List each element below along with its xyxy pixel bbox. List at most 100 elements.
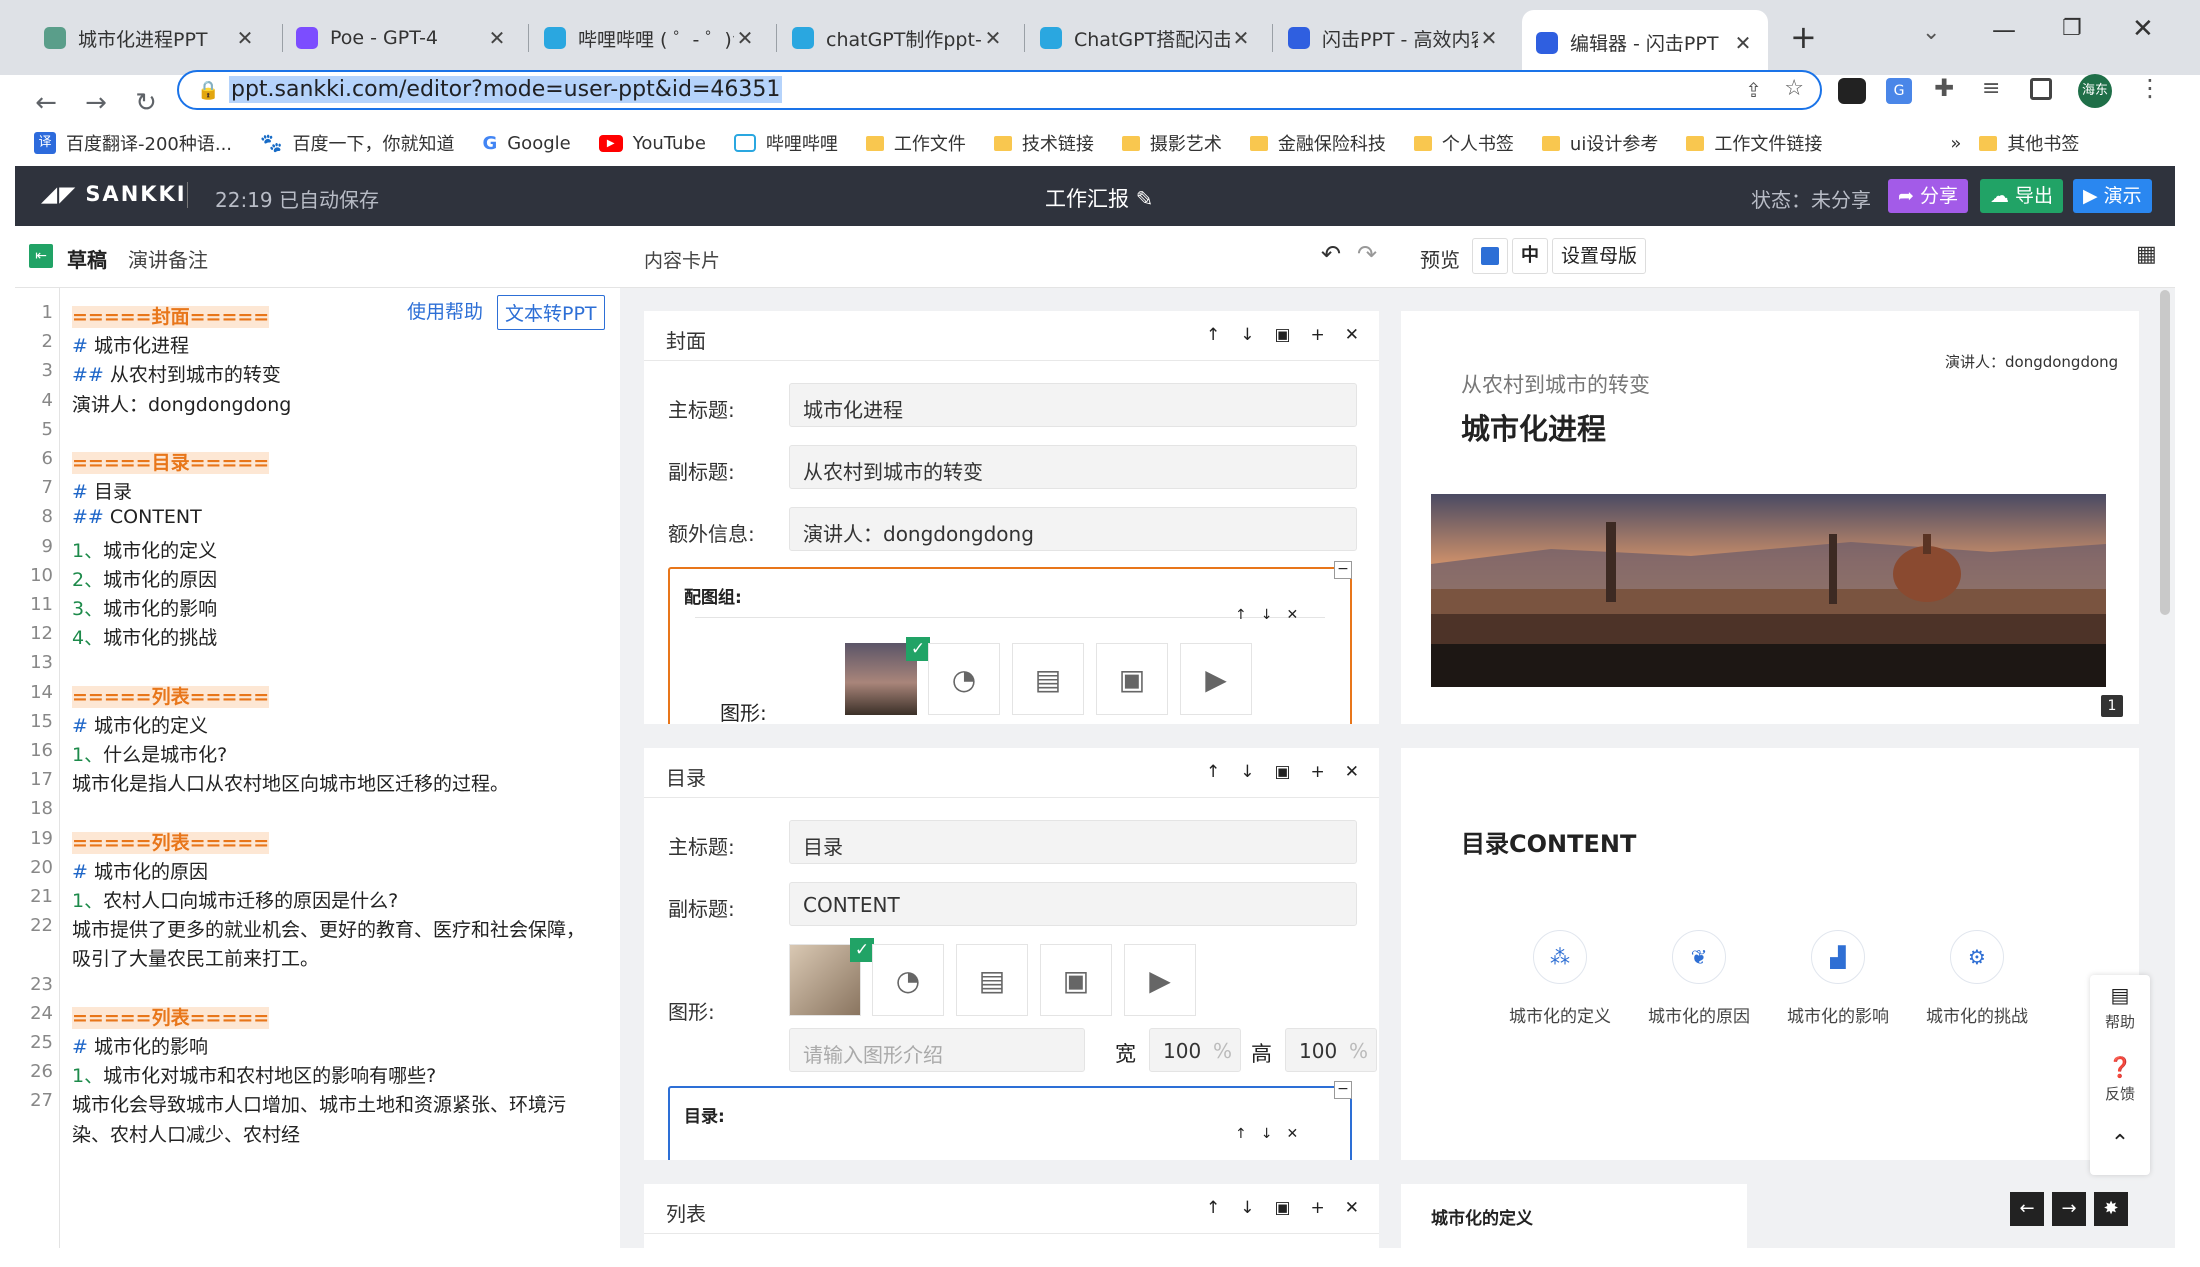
code-line[interactable]: =====目录===== [72,448,270,475]
bookmark-folder[interactable]: 金融保险科技 [1249,130,1386,156]
export-button[interactable]: ☁ 导出 [1980,179,2064,213]
main-title-input[interactable]: 城市化进程 [789,383,1357,427]
delete-icon[interactable]: ✕ [1345,325,1359,345]
code-line[interactable]: # 城市化进程 [72,331,189,358]
table-icon[interactable]: ▤ [956,944,1028,1016]
collapse-group-icon[interactable]: − [1334,561,1352,579]
code-line[interactable]: # 城市化的原因 [72,857,208,884]
tab-speaker-notes[interactable]: 演讲备注 [128,244,208,273]
puzzle-icon[interactable]: ✚ [1934,74,1954,102]
more-menu-icon[interactable]: ⋮ [2138,74,2162,102]
move-up-icon[interactable]: ↑ [1206,325,1220,345]
share-page-icon[interactable]: ⇪ [1745,78,1762,102]
code-line[interactable]: 吸引了大量农民工前来打工。 [72,944,319,971]
shape-description-input[interactable]: 请输入图形介绍 [789,1028,1085,1072]
move-up-icon[interactable]: ↑ [1235,607,1247,623]
close-icon[interactable]: ✕ [982,26,1004,50]
move-down-icon[interactable]: ↓ [1261,607,1273,623]
code-line[interactable]: 城市化是指人口从农村地区向城市地区迁移的过程。 [72,769,509,796]
bookmark-folder[interactable]: 工作文件 [865,130,966,156]
height-input[interactable]: 100% [1285,1028,1377,1072]
code-line[interactable]: # 城市化的定义 [72,711,208,738]
add-icon[interactable]: + [1311,1198,1325,1218]
doc-title[interactable]: 工作汇报 ✎ [1045,183,1153,213]
browser-tab[interactable]: chatGPT制作ppt-哔✕ [778,14,1018,62]
code-line[interactable]: 4、城市化的挑战 [72,623,217,650]
code-line[interactable]: 染、农村人口减少、农村经 [72,1120,300,1147]
bookmark-item[interactable]: 译百度翻译-200种语... [34,130,232,156]
move-down-icon[interactable]: ↓ [1240,325,1254,345]
move-down-icon[interactable]: ↓ [1240,762,1254,782]
preview-slide-cover[interactable]: 从农村到城市的转变 城市化进程 演讲人：dongdongdong 1 [1401,311,2139,724]
code-line[interactable]: # 城市化的影响 [72,1032,208,1059]
profile-avatar[interactable]: 海东 [2078,74,2112,108]
pie-chart-icon[interactable]: ◔ [872,944,944,1016]
language-toggle[interactable]: 中 [1512,238,1548,274]
code-line[interactable]: =====列表===== [72,1003,270,1030]
forward-icon[interactable]: → [78,85,114,121]
browser-tab[interactable]: 城市化进程PPT ✕ [30,14,270,62]
move-up-icon[interactable]: ↑ [1235,1126,1247,1142]
code-line[interactable]: ## CONTENT [72,506,202,528]
code-line[interactable]: 城市化会导致城市人口增加、城市土地和资源紧张、环境污 [72,1090,566,1117]
add-icon[interactable]: + [1311,325,1325,345]
set-master-button[interactable]: 设置母版 [1552,238,1647,274]
subtitle-input[interactable]: 从农村到城市的转变 [789,445,1357,489]
bookmark-folder[interactable]: 技术链接 [993,130,1094,156]
code-line[interactable]: 城市提供了更多的就业机会、更好的教育、医疗和社会保障， [72,915,585,942]
bookmark-folder[interactable]: 摄影艺术 [1121,130,1222,156]
browser-tab[interactable]: Poe - GPT-4 ✕ [282,14,522,62]
side-panel-icon[interactable] [2030,78,2052,100]
code-line[interactable]: # 目录 [72,477,132,504]
browser-tab[interactable]: 哔哩哔哩 ( ゜- ゜)つ ✕ [530,14,770,62]
minimize-icon[interactable]: — [1992,16,2016,44]
arrow-right-icon[interactable]: → [2052,1192,2086,1226]
bookmark-folder[interactable]: 工作文件链接 [1686,130,1822,156]
collapse-group-icon[interactable]: − [1334,1081,1352,1099]
video-icon[interactable]: ▶ [1180,643,1252,715]
move-up-icon[interactable]: ↑ [1206,1198,1220,1218]
delete-icon[interactable]: ✕ [1345,1198,1359,1218]
bookmark-folder[interactable]: 其他书签 [1979,130,2079,156]
bookmark-item[interactable]: 哔哩哔哩 [733,130,838,156]
code-line[interactable]: =====列表===== [72,682,270,709]
bookmark-folder[interactable]: 个人书签 [1413,130,1514,156]
help-label[interactable]: 帮助 [2090,1011,2150,1032]
code-line[interactable]: 1、城市化的定义 [72,536,217,563]
share-button[interactable]: ➦ 分享 [1888,179,1968,213]
new-tab-icon[interactable]: + [1790,18,1817,56]
bookmark-star-icon[interactable]: ☆ [1784,76,1804,101]
code-line[interactable]: 1、农村人口向城市迁移的原因是什么? [72,886,398,913]
move-down-icon[interactable]: ↓ [1240,1198,1254,1218]
browser-tab-active[interactable]: 编辑器 - 闪击PPT ✕ [1522,10,1768,75]
code-line[interactable]: 2、城市化的原因 [72,565,217,592]
close-icon[interactable]: ✕ [486,26,508,50]
reading-list-icon[interactable]: ≡ [1982,76,2000,101]
help-link[interactable]: 使用帮助 [407,297,483,324]
browser-tab[interactable]: ChatGPT搭配闪击P ✕ [1026,14,1266,62]
delete-icon[interactable]: ✕ [1345,762,1359,782]
width-input[interactable]: 100% [1149,1028,1241,1072]
collapse-panel-icon[interactable]: ⇤ [29,244,53,268]
move-up-icon[interactable]: ↑ [1206,762,1220,782]
preview-scrollbar[interactable] [2160,290,2170,615]
feedback-icon[interactable]: ❓ [2090,1055,2150,1079]
code-line[interactable]: 1、什么是城市化? [72,740,227,767]
code-line[interactable]: =====列表===== [72,828,270,855]
arrow-left-icon[interactable]: ← [2010,1192,2044,1226]
extension-icon[interactable] [1838,78,1866,104]
help-doc-icon[interactable]: ▤ [2090,983,2150,1007]
reload-icon[interactable]: ↻ [128,85,164,121]
theme-color-swatch[interactable] [1472,238,1508,274]
edit-pencil-icon[interactable]: ✎ [1136,187,1154,211]
main-title-input[interactable]: 目录 [789,820,1357,864]
table-icon[interactable]: ▤ [1012,643,1084,715]
back-icon[interactable]: ← [28,85,64,121]
present-button[interactable]: ▶ 演示 [2073,179,2152,213]
close-icon[interactable]: ✕ [734,26,756,50]
translate-extension-icon[interactable]: G [1886,78,1912,104]
scroll-top-icon[interactable]: ⌃ [2090,1131,2150,1156]
code-line[interactable]: 1、城市化对城市和农村地区的影响有哪些? [72,1061,436,1088]
code-icon[interactable]: ▣ [1040,944,1112,1016]
layout-icon[interactable]: ▣ [1274,762,1290,782]
